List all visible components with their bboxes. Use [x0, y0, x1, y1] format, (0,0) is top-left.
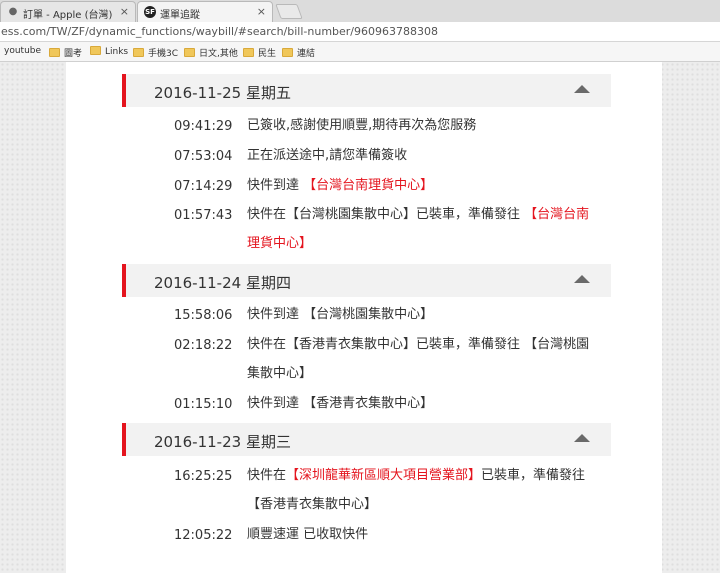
- event-time: 07:14:29: [174, 179, 233, 194]
- event-time: 15:58:06: [174, 308, 233, 323]
- close-icon[interactable]: ×: [120, 5, 129, 18]
- date-marker: [122, 264, 126, 297]
- collapse-arrow-icon[interactable]: [574, 275, 590, 283]
- event-time: 12:05:22: [174, 528, 233, 543]
- event-time: 09:41:29: [174, 119, 233, 134]
- event-time: 01:57:43: [174, 208, 233, 223]
- bookmark-folder[interactable]: 手機3C: [133, 46, 178, 59]
- folder-icon: [282, 48, 293, 57]
- bookmarks-bar: youtube 圖考 Links 手機3C 日文,其他 民生 連結: [0, 42, 720, 62]
- url-text[interactable]: ess.com/TW/ZF/dynamic_functions/waybill/…: [1, 25, 438, 38]
- collapse-arrow-icon[interactable]: [574, 85, 590, 93]
- bookmark-folder[interactable]: 連結: [282, 46, 315, 59]
- date-header-2016-11-24[interactable]: 2016-11-24 星期四: [122, 264, 611, 297]
- apple-icon: ●: [8, 6, 18, 17]
- folder-icon: [90, 46, 101, 55]
- folder-icon: [49, 48, 60, 57]
- close-icon[interactable]: ×: [257, 5, 266, 18]
- bookmark-youtube[interactable]: youtube: [4, 46, 41, 56]
- bookmark-folder[interactable]: 民生: [243, 46, 276, 59]
- event-description: 正在派送途中,請您準備簽收: [247, 148, 408, 163]
- event-time: 07:53:04: [174, 149, 233, 164]
- collapse-arrow-icon[interactable]: [574, 434, 590, 442]
- tab-title: 訂單 - Apple (台灣): [23, 10, 113, 21]
- event-description: 已簽收,感謝使用順豐,期待再次為您服務: [247, 118, 477, 133]
- new-tab-button[interactable]: [275, 4, 303, 19]
- bookmark-folder[interactable]: Links: [90, 46, 128, 57]
- event-description: 快件到達 【香港青衣集散中心】: [247, 396, 434, 411]
- folder-icon: [243, 48, 254, 57]
- date-label: 2016-11-24 星期四: [154, 274, 291, 292]
- event-description: 快件在【香港青衣集散中心】已裝車，準備發往 【台灣桃園集散中心】: [247, 337, 590, 381]
- event-description: 快件到達 【台灣台南理貨中心】: [247, 178, 434, 193]
- folder-icon: [133, 48, 144, 57]
- event-description: 快件到達 【台灣桃園集散中心】: [247, 307, 434, 322]
- tab-apple-order[interactable]: ● 訂單 - Apple (台灣) ×: [0, 1, 136, 22]
- event-description: 順豐速運 已收取快件: [247, 527, 369, 542]
- folder-icon: [184, 48, 195, 57]
- bookmark-folder[interactable]: 圖考: [49, 46, 82, 59]
- sf-logo-icon: SF: [144, 6, 156, 18]
- date-marker: [122, 423, 126, 456]
- event-time: 16:25:25: [174, 469, 233, 484]
- tab-waybill[interactable]: SF 運單追蹤 ×: [137, 1, 273, 22]
- event-time: 02:18:22: [174, 338, 233, 353]
- tab-title: 運單追蹤: [160, 10, 200, 21]
- date-marker: [122, 74, 126, 107]
- date-header-2016-11-23[interactable]: 2016-11-23 星期三: [122, 423, 611, 456]
- date-label: 2016-11-23 星期三: [154, 433, 291, 451]
- date-label: 2016-11-25 星期五: [154, 84, 291, 102]
- bookmark-folder[interactable]: 日文,其他: [184, 46, 238, 59]
- address-bar[interactable]: ess.com/TW/ZF/dynamic_functions/waybill/…: [0, 22, 720, 42]
- event-time: 01:15:10: [174, 397, 233, 412]
- event-description: 快件在【台灣桃園集散中心】已裝車，準備發往 【台灣台南理貨中心】: [247, 207, 590, 251]
- date-header-2016-11-25[interactable]: 2016-11-25 星期五: [122, 74, 611, 107]
- event-description: 快件在【深圳龍華新區順大項目營業部】已裝車，準備發往 【香港青衣集散中心】: [247, 468, 586, 512]
- browser-tab-strip: ● 訂單 - Apple (台灣) × SF 運單追蹤 ×: [0, 0, 720, 22]
